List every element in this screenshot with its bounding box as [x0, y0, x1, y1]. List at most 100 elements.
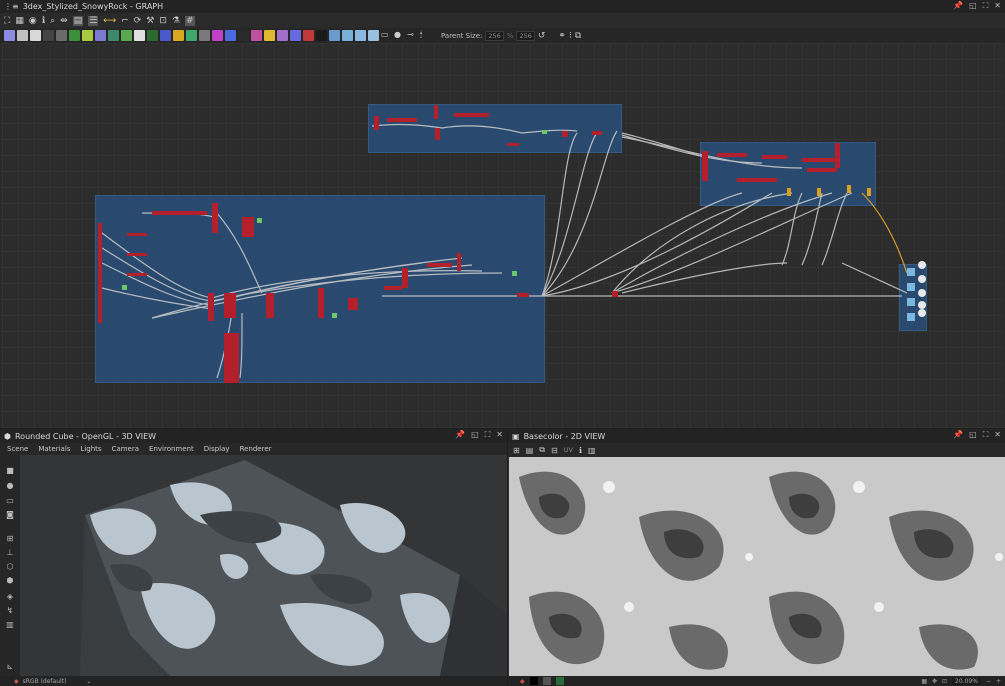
reset-size-icon[interactable]: ↺	[538, 31, 546, 41]
gradient-node-icon[interactable]	[69, 30, 80, 41]
pin-icon[interactable]: 📌	[455, 430, 465, 440]
zoom-value[interactable]: 20.09%	[952, 677, 981, 685]
camera-icon[interactable]: ■	[5, 467, 15, 475]
fit-view-icon[interactable]: ⊡	[942, 678, 947, 685]
close-icon[interactable]: ✕	[496, 430, 503, 440]
zoom-minus-icon[interactable]: −	[986, 678, 991, 685]
uniform-node-icon[interactable]	[134, 30, 145, 41]
grayscale-node-icon[interactable]	[355, 30, 366, 41]
layers-icon[interactable]: ◈	[5, 593, 15, 601]
search-icon[interactable]: ⌕	[50, 16, 55, 26]
snap-icon[interactable]: ⌐	[121, 16, 129, 26]
link-icon[interactable]: ⚭	[558, 31, 566, 41]
close-icon[interactable]: ✕	[994, 430, 1001, 440]
spectrum-node-icon[interactable]	[225, 30, 236, 41]
channel-icon[interactable]: ⊟	[551, 446, 558, 455]
output-node-icon[interactable]	[342, 30, 353, 41]
refresh-icon[interactable]: ⟳	[134, 16, 142, 26]
flask-icon[interactable]: ⚗	[172, 16, 180, 26]
zoom-plus-icon[interactable]: +	[996, 678, 1001, 685]
graph-tool-icon[interactable]: ⧉	[575, 31, 581, 41]
parent-width-select[interactable]: 256	[485, 30, 504, 41]
float-icon[interactable]: ◱	[969, 430, 977, 440]
chevron-down-icon[interactable]: ⌄	[86, 678, 91, 685]
stats-icon[interactable]: ▥	[5, 621, 15, 629]
pan-icon[interactable]: ✥	[932, 678, 937, 685]
light-icon[interactable]: ●	[5, 482, 15, 490]
fx-node-icon[interactable]	[173, 30, 184, 41]
node-info-icon[interactable]: ⁝	[569, 31, 572, 41]
screenshot-icon[interactable]: ◙	[5, 511, 15, 519]
copy-icon[interactable]: ⧉	[539, 445, 545, 455]
normal-node-icon[interactable]	[160, 30, 171, 41]
maximize-icon[interactable]: ⛶	[485, 430, 491, 440]
fit-icon[interactable]: ⊞	[513, 446, 520, 455]
distance-node-icon[interactable]	[251, 30, 262, 41]
align-icon[interactable]: ⟷	[103, 16, 116, 26]
grid-icon[interactable]: #	[185, 15, 195, 26]
swap-node-icon[interactable]	[303, 30, 314, 41]
bg-gray-icon[interactable]	[542, 677, 551, 685]
object-icon[interactable]: ⬡	[5, 563, 15, 571]
tonemap-icon[interactable]: ▭	[5, 497, 15, 505]
float-icon[interactable]: ◱	[471, 430, 479, 440]
levels-node-icon[interactable]	[82, 30, 93, 41]
hsl-node-icon[interactable]	[212, 30, 223, 41]
maximize-icon[interactable]: ⛶	[983, 1, 989, 11]
frame-all-icon[interactable]: ⛶	[4, 16, 10, 26]
wireframe-icon[interactable]: ⬢	[5, 577, 15, 585]
save-icon[interactable]: ▤	[526, 446, 534, 455]
close-icon[interactable]: ✕	[994, 1, 1001, 11]
pin-icon[interactable]: 📌	[953, 430, 963, 440]
menu-scene[interactable]: Scene	[7, 445, 28, 453]
grid-icon[interactable]: ⊾	[5, 663, 15, 671]
text-node-icon[interactable]	[277, 30, 288, 41]
transform-node-icon[interactable]	[108, 30, 119, 41]
select-node-icon[interactable]	[290, 30, 301, 41]
layout-icon[interactable]: ▤	[72, 15, 84, 26]
view-icon[interactable]: ▦	[15, 16, 24, 26]
channels-node-icon[interactable]	[368, 30, 379, 41]
histogram-icon[interactable]: ▥	[588, 446, 596, 455]
axis-icon[interactable]: ⊥	[5, 549, 15, 557]
graph-canvas[interactable]	[2, 43, 1003, 428]
gizmo-icon[interactable]: ↯	[5, 607, 15, 615]
frame-icon[interactable]: ⊞	[5, 535, 15, 543]
menu-materials[interactable]: Materials	[38, 445, 70, 453]
list-icon[interactable]: ☰	[88, 15, 99, 26]
bg-green-icon[interactable]	[555, 677, 564, 685]
dot-node-icon[interactable]: ●	[394, 30, 405, 41]
warning-node-icon[interactable]	[264, 30, 275, 41]
maximize-icon[interactable]: ⛶	[983, 430, 989, 440]
info-icon[interactable]: ℹ	[42, 16, 45, 26]
light-icon[interactable]: 🕯	[420, 30, 431, 41]
blend-node-icon[interactable]	[56, 30, 67, 41]
pin-icon[interactable]: 📌	[953, 1, 963, 11]
menu-environment[interactable]: Environment	[149, 445, 194, 453]
info-icon[interactable]: ℹ	[579, 446, 582, 455]
tile-icon[interactable]: ▦	[921, 678, 927, 685]
input-node-icon[interactable]	[329, 30, 340, 41]
pixel-node-icon[interactable]	[147, 30, 158, 41]
bitmap-node-icon[interactable]	[4, 30, 15, 41]
svg-node-icon[interactable]	[17, 30, 28, 41]
tools-icon[interactable]: ⚒	[146, 16, 154, 26]
menu-display[interactable]: Display	[204, 445, 230, 453]
channel-select[interactable]: UV	[564, 446, 573, 454]
menu-camera[interactable]: Camera	[112, 445, 139, 453]
link-size-icon[interactable]: %	[507, 32, 514, 40]
height-node-icon[interactable]	[186, 30, 197, 41]
bg-black-icon[interactable]	[529, 677, 538, 685]
channel-node-icon[interactable]	[238, 30, 249, 41]
colorspace-select[interactable]: sRGB (default)	[23, 678, 67, 685]
screenshot-icon[interactable]: ◉	[29, 16, 37, 26]
float-icon[interactable]: ◱	[969, 1, 977, 11]
color-node-icon[interactable]	[30, 30, 41, 41]
shuffle-icon[interactable]	[43, 30, 54, 41]
connect-icon[interactable]: ⇹	[60, 16, 68, 26]
parent-height-select[interactable]: 256	[516, 30, 535, 41]
fxmap-node-icon[interactable]	[316, 30, 327, 41]
comment-icon[interactable]: ▭	[381, 30, 392, 41]
export-icon[interactable]: ⊡	[159, 16, 167, 26]
menu-renderer[interactable]: Renderer	[240, 445, 272, 453]
